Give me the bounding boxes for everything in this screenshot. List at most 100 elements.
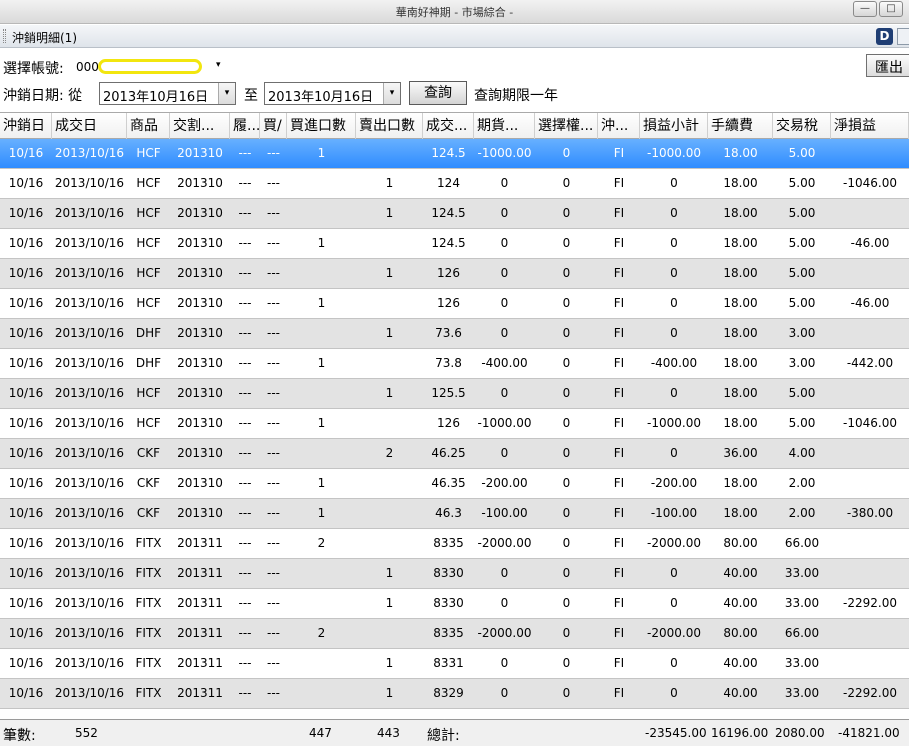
table-row[interactable]: 10/16 2013/10/16 CKF 201310 --- --- 1 46.35 -200… [0,469,909,499]
chevron-down-icon[interactable]: ▾ [216,60,221,70]
chevron-down-icon[interactable]: ▾ [218,83,235,104]
col-options-pnl: 0 [562,356,571,370]
col-contract-type-header[interactable]: 履... [230,113,260,139]
col-buy-sell: --- [267,236,280,250]
col-settle-date: 10/16 [8,416,44,430]
col-contract-type: --- [238,296,252,310]
col-trade-price: 8335 [433,536,464,550]
col-tax: 5.00 [788,416,816,430]
col-offset-type: FI [613,146,625,160]
col-fee-header[interactable]: 手續費 [708,113,773,139]
col-buy-lots-header[interactable]: 買進口數 [287,113,356,139]
dock-icon[interactable]: D [876,28,893,45]
table-row[interactable]: 10/16 2013/10/16 CKF 201310 --- --- 1 46.3 -100.… [0,499,909,529]
col-buy-sell-header[interactable]: 買/ [260,113,287,139]
col-trade-price-header[interactable]: 成交... [423,113,474,139]
col-buy-lots [287,589,356,618]
table-row[interactable]: 10/16 2013/10/16 CKF 201310 --- --- 2 46.25 0 0 FI… [0,439,909,469]
col-pnl-subtotal-header[interactable]: 損益小計 [640,113,708,139]
col-contract-type: --- [238,356,252,370]
account-label: 選擇帳號: [3,61,64,77]
col-buy-sell: --- [267,296,280,310]
col-tax: 3.00 [788,356,816,370]
table-row[interactable]: 10/16 2013/10/16 FITX 201311 --- --- 1 8330 0 0 FI… [0,589,909,619]
drag-grip-icon[interactable] [3,29,6,43]
col-contract-type: --- [238,566,252,580]
table-row[interactable]: 10/16 2013/10/16 HCF 201310 --- --- 1 126 0 0 FI 0 1… [0,289,909,319]
col-fee: 40.00 [723,686,758,700]
table-row[interactable]: 10/16 2013/10/16 FITX 201311 --- --- 2 8335 -200… [0,529,909,559]
table-row[interactable]: 10/16 2013/10/16 FITX 201311 --- --- 1 8329 0 0 FI… [0,679,909,709]
col-buy-sell: --- [267,266,280,280]
col-trade-date: 2013/10/16 [54,416,125,430]
table-row[interactable]: 10/16 2013/10/16 HCF 201310 --- --- 1 125.5 0 0 FI… [0,379,909,409]
table-row[interactable]: 10/16 2013/10/16 HCF 201310 --- --- 1 126 0 0 FI 0 1… [0,259,909,289]
col-trade-price: 124.5 [431,206,466,220]
col-buy-sell: --- [267,146,280,160]
table-row[interactable]: 10/16 2013/10/16 FITX 201311 --- --- 1 8331 0 0 FI… [0,649,909,679]
col-net-pnl [831,199,909,228]
col-options-pnl: 0 [562,476,571,490]
col-sell-lots: 2 [385,446,394,460]
export-button[interactable]: 匯出 [866,54,909,77]
col-pnl-subtotal: 0 [670,176,678,190]
table-row[interactable]: 10/16 2013/10/16 DHF 201310 --- --- 1 73.6 0 0 FI 0… [0,319,909,349]
col-pnl-subtotal: 0 [670,296,678,310]
pin-icon[interactable] [897,28,909,45]
chevron-down-icon[interactable]: ▾ [383,83,400,104]
maximize-button[interactable]: □ [879,1,903,17]
table-row[interactable]: 10/16 2013/10/16 HCF 201310 --- --- 1 124.5 -100… [0,139,909,169]
col-trade-date: 2013/10/16 [54,356,125,370]
col-product: CKF [136,446,161,460]
col-futures-pnl-header[interactable]: 期貨... [474,113,535,139]
col-sell-lots-header[interactable]: 賣出口數 [356,113,423,139]
table-row[interactable]: 10/16 2013/10/16 HCF 201310 --- --- 1 126 -1000.… [0,409,909,439]
table-row[interactable]: 10/16 2013/10/16 FITX 201311 --- --- 1 8330 0 0 FI… [0,559,909,589]
sell-total: 443 [377,726,400,740]
col-settle-date-header[interactable]: 沖銷日 [0,113,52,139]
date-from-picker[interactable]: 2013年10月16日 ▾ [99,82,236,105]
col-trade-price: 46.3 [435,506,462,520]
col-buy-lots: 1 [317,356,326,370]
col-contract-type: --- [238,446,252,460]
col-tax: 33.00 [784,686,820,700]
col-trade-date: 2013/10/16 [54,176,125,190]
col-tax: 33.00 [784,566,820,580]
date-range-label: 沖銷日期: 從 [3,88,83,104]
table-row[interactable]: 10/16 2013/10/16 FITX 201311 --- --- 2 8335 -200… [0,619,909,649]
table-row[interactable]: 10/16 2013/10/16 DHF 201310 --- --- 1 73.8 -400.… [0,349,909,379]
panel-title: 沖銷明細(1) [12,31,77,45]
col-options-pnl: 0 [562,386,571,400]
col-options-pnl: 0 [562,296,571,310]
col-pnl-subtotal: 0 [670,656,678,670]
minimize-button[interactable]: — [853,1,877,17]
col-offset-type-header[interactable]: 沖... [598,113,640,139]
table-row[interactable]: 10/16 2013/10/16 HCF 201310 --- --- 1 124 0 0 FI 0 1… [0,169,909,199]
record-count-label: 筆數: [3,728,36,744]
col-net-pnl [831,259,909,288]
date-to-picker[interactable]: 2013年10月16日 ▾ [264,82,401,105]
col-trade-price: 124 [437,176,460,190]
col-tax-header[interactable]: 交易稅 [773,113,831,139]
col-tax: 2.00 [788,476,816,490]
col-trade-date: 2013/10/16 [54,296,125,310]
col-options-pnl-header[interactable]: 選擇權... [535,113,598,139]
query-button[interactable]: 查詢 [409,81,467,105]
col-delivery-month-header[interactable]: 交割... [170,113,230,139]
col-futures-pnl: 0 [500,686,509,700]
col-settle-date: 10/16 [8,446,44,460]
col-buy-lots [287,559,356,588]
col-delivery-month: 201310 [177,206,223,220]
table-row[interactable]: 10/16 2013/10/16 HCF 201310 --- --- 1 124.5 0 0 FI… [0,229,909,259]
col-tax: 33.00 [784,656,820,670]
col-trade-date-header[interactable]: 成交日 [52,113,127,139]
col-options-pnl: 0 [562,446,571,460]
col-buy-lots [287,379,356,408]
col-net-pnl: -2292.00 [843,596,897,610]
col-trade-date: 2013/10/16 [54,566,125,580]
col-product-header[interactable]: 商品 [127,113,170,139]
table-row[interactable]: 10/16 2013/10/16 HCF 201310 --- --- 1 124.5 0 0 FI… [0,199,909,229]
col-contract-type: --- [238,416,252,430]
col-net-pnl-header[interactable]: 淨損益 [831,113,909,139]
col-delivery-month: 201310 [177,296,223,310]
